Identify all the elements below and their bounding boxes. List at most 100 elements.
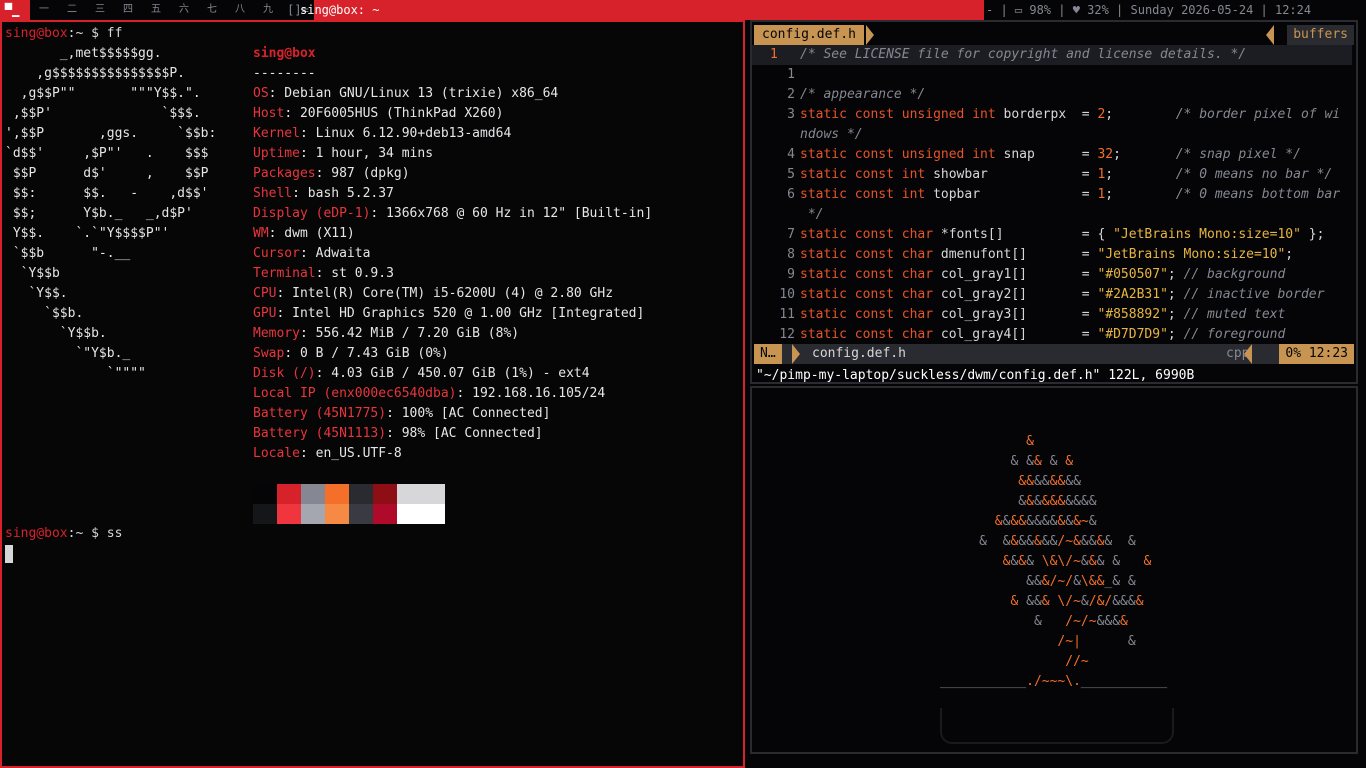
info-line: Uptime: 1 hour, 34 mins <box>253 144 433 164</box>
code-text: col_gray1[] = <box>933 267 1097 282</box>
code-comment: /* 0 means no bar */ <box>1176 167 1333 182</box>
buffers-label[interactable]: buffers <box>1287 25 1354 45</box>
code-text: col_gray2[] = <box>933 287 1097 302</box>
code-line: 6 static const int topbar = 1; /* 0 means… <box>752 185 1340 205</box>
palette-swatch <box>277 504 301 524</box>
code-keyword: static <box>800 287 847 302</box>
info-key: Display (eDP-1) <box>253 206 370 221</box>
code-keyword: char <box>902 227 933 242</box>
code-text <box>847 167 855 182</box>
code-text: col_gray3[] = <box>933 307 1097 322</box>
code-text <box>894 167 902 182</box>
code-keyword: static <box>800 327 847 342</box>
tag-5[interactable]: 五 <box>142 0 170 20</box>
tag-7[interactable]: 七 <box>198 0 226 20</box>
tag-3[interactable]: 三 <box>86 0 114 20</box>
code-text: ; <box>1113 147 1176 162</box>
terminal-window[interactable]: sing@box:~ $ ff _,met$$$$$gg. ,g$$$$$$$$… <box>0 20 745 768</box>
info-key: Locale <box>253 446 300 461</box>
code-text <box>847 227 855 242</box>
line-number: 11 <box>752 305 800 325</box>
palette-swatch <box>373 504 397 524</box>
tag-4[interactable]: 四 <box>114 0 142 20</box>
code-number: 32 <box>1097 147 1113 162</box>
tab-config-def-h[interactable]: config.def.h <box>754 25 864 45</box>
vim-statusline: N… config.def.h cpp 0% 12:23 <box>754 344 1354 364</box>
code-text: *fonts[] = { <box>933 227 1113 242</box>
logo-line: `Y$$. <box>5 284 68 304</box>
info-key: Cursor <box>253 246 300 261</box>
code-text: col_gray4[] = <box>933 327 1097 342</box>
palette-swatch <box>325 484 349 504</box>
code-text: ; <box>1168 327 1184 342</box>
command-text-2: ss <box>107 526 123 541</box>
bonsai-row: &&&&&&&&&&&~& <box>940 512 1097 532</box>
code-line: 4 static const unsigned int snap = 32; /*… <box>752 145 1301 165</box>
code-line: 3 static const unsigned int borderpx = 2;… <box>752 105 1340 125</box>
bonsai-row: //~ <box>940 652 1089 672</box>
code-comment: ndows */ <box>800 127 863 142</box>
fetch-separator: -------- <box>253 64 316 84</box>
code-text: ; <box>1105 107 1175 122</box>
tab-arrow-icon <box>866 25 874 45</box>
mode-arrow-icon <box>792 344 800 364</box>
info-value: : Linux 6.12.90+deb13-amd64 <box>300 126 511 141</box>
logo-line: ',$$P ,ggs. `$$b: <box>5 124 216 144</box>
info-key: Swap <box>253 346 284 361</box>
tag-1[interactable]: 一 <box>30 0 58 20</box>
code-keyword: const <box>855 287 894 302</box>
code-comment: // inactive border <box>1184 287 1325 302</box>
code-text <box>894 267 902 282</box>
line-number: 1 <box>752 65 800 85</box>
palette-swatch <box>397 504 421 524</box>
info-key: Disk (/) <box>253 366 316 381</box>
info-value: : 1366x768 @ 60 Hz in 12" [Built-in] <box>370 206 652 221</box>
prompt-tail-2: :~ $ <box>68 526 107 541</box>
code-line: 8 static const char dmenufont[] = "JetBra… <box>752 245 1293 265</box>
info-value: : 556.42 MiB / 7.20 GiB (8%) <box>300 326 519 341</box>
code-keyword: const <box>855 307 894 322</box>
code-text: topbar = <box>925 187 1097 202</box>
bonsai-pot <box>940 708 1174 744</box>
bonsai-row: & &&& \/~&/&/&&&& <box>940 592 1144 612</box>
code-keyword: int <box>972 147 995 162</box>
fetch-title: sing@box <box>253 44 316 64</box>
info-line: Swap: 0 B / 7.43 GiB (0%) <box>253 344 449 364</box>
info-line: Local IP (enx000ec6540dba): 192.168.16.1… <box>253 384 605 404</box>
tag-6[interactable]: 六 <box>170 0 198 20</box>
tag-2[interactable]: 二 <box>58 0 86 20</box>
vim-window[interactable]: config.def.h buffers 1 /* See LICENSE fil… <box>750 20 1358 384</box>
info-key: Host <box>253 106 284 121</box>
info-line: Cursor: Adwaita <box>253 244 370 264</box>
info-key: Battery (45N1775) <box>253 406 386 421</box>
code-comment: */ <box>800 207 823 222</box>
palette-swatch <box>349 484 373 504</box>
code-string: "#050507" <box>1097 267 1167 282</box>
info-line: CPU: Intel(R) Core(TM) i5-6200U (4) @ 2.… <box>253 284 613 304</box>
code-text: ; <box>1105 187 1175 202</box>
palette-swatch <box>325 504 349 524</box>
layout-symbol-icon[interactable]: ▀▁ <box>1 0 23 20</box>
logo-line: `Y$$b. <box>5 324 107 344</box>
code-text: ; <box>1168 287 1184 302</box>
code-text <box>847 287 855 302</box>
line-number: 3 <box>752 105 800 125</box>
bonsai-row: & && & & <box>940 452 1073 472</box>
code-comment: /* 0 means bottom bar <box>1176 187 1340 202</box>
info-value: : en_US.UTF-8 <box>300 446 402 461</box>
info-value: : 1 hour, 34 mins <box>300 146 433 161</box>
code-string: "#D7D7D9" <box>1097 327 1167 342</box>
code-text: borderpx = <box>996 107 1098 122</box>
info-key: Packages <box>253 166 316 181</box>
tag-8[interactable]: 八 <box>226 0 254 20</box>
code-text <box>847 187 855 202</box>
info-value: : Intel HD Graphics 520 @ 1.00 GHz [Inte… <box>276 306 644 321</box>
palette-swatch <box>277 484 301 504</box>
bonsai-row: & /~/~&&&& <box>940 612 1128 632</box>
code-keyword: static <box>800 247 847 262</box>
code-comment: // foreground <box>1184 327 1286 342</box>
code-keyword: const <box>855 147 894 162</box>
code-keyword: static <box>800 147 847 162</box>
bonsai-window[interactable]: & & && & & &&&&&&&& &&&&&&&&&& &&&&&&&&&… <box>750 386 1358 754</box>
tag-9[interactable]: 九 <box>254 0 282 20</box>
